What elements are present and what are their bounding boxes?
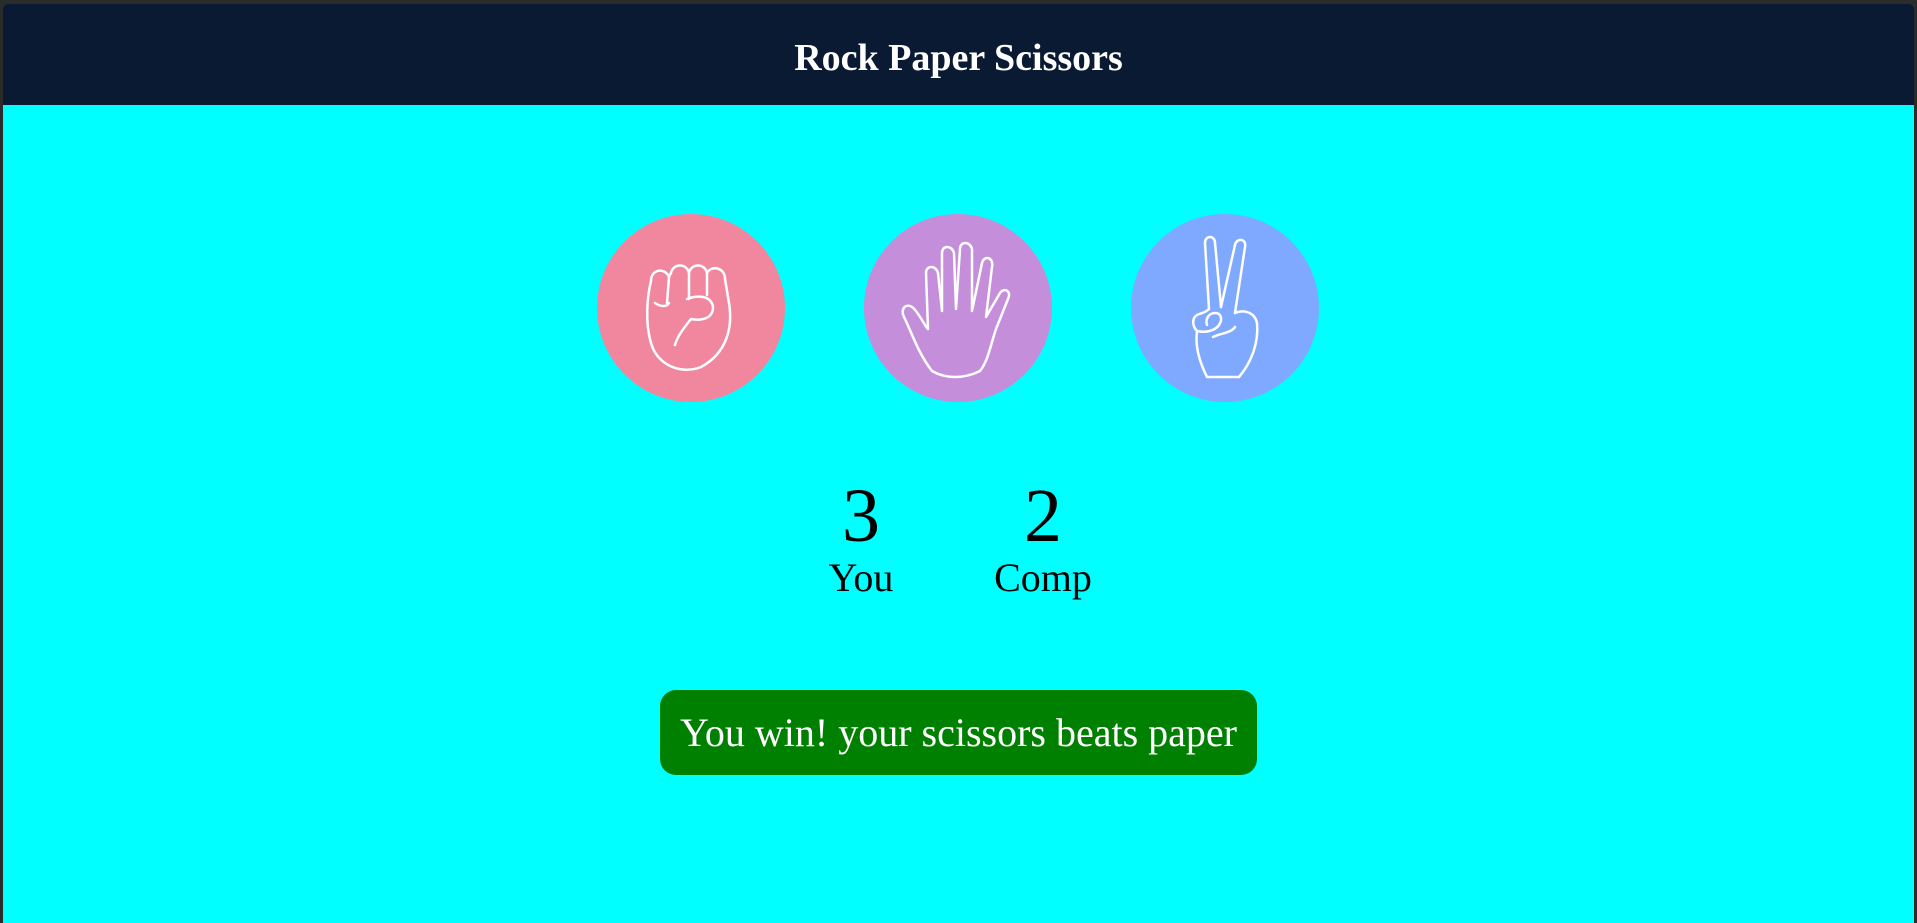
comp-score: 2 Comp — [963, 474, 1123, 598]
paper-button[interactable] — [864, 214, 1052, 402]
result-message: You win! your scissors beats paper — [660, 690, 1257, 775]
scissors-button[interactable] — [1131, 214, 1319, 402]
header-bar: Rock Paper Scissors — [3, 4, 1914, 105]
page-title: Rock Paper Scissors — [794, 36, 1123, 79]
rock-button[interactable] — [597, 214, 785, 402]
open-hand-icon — [901, 241, 1011, 379]
peace-hand-icon — [1192, 235, 1259, 379]
comp-score-label: Comp — [994, 555, 1092, 600]
game-window: Rock Paper Scissors 3 You 2 Comp You win… — [3, 4, 1914, 923]
comp-score-value: 2 — [1024, 474, 1062, 558]
user-score-value: 3 — [842, 474, 880, 558]
user-score-label: You — [828, 555, 894, 600]
user-score: 3 You — [781, 474, 941, 598]
fist-icon — [646, 264, 732, 371]
